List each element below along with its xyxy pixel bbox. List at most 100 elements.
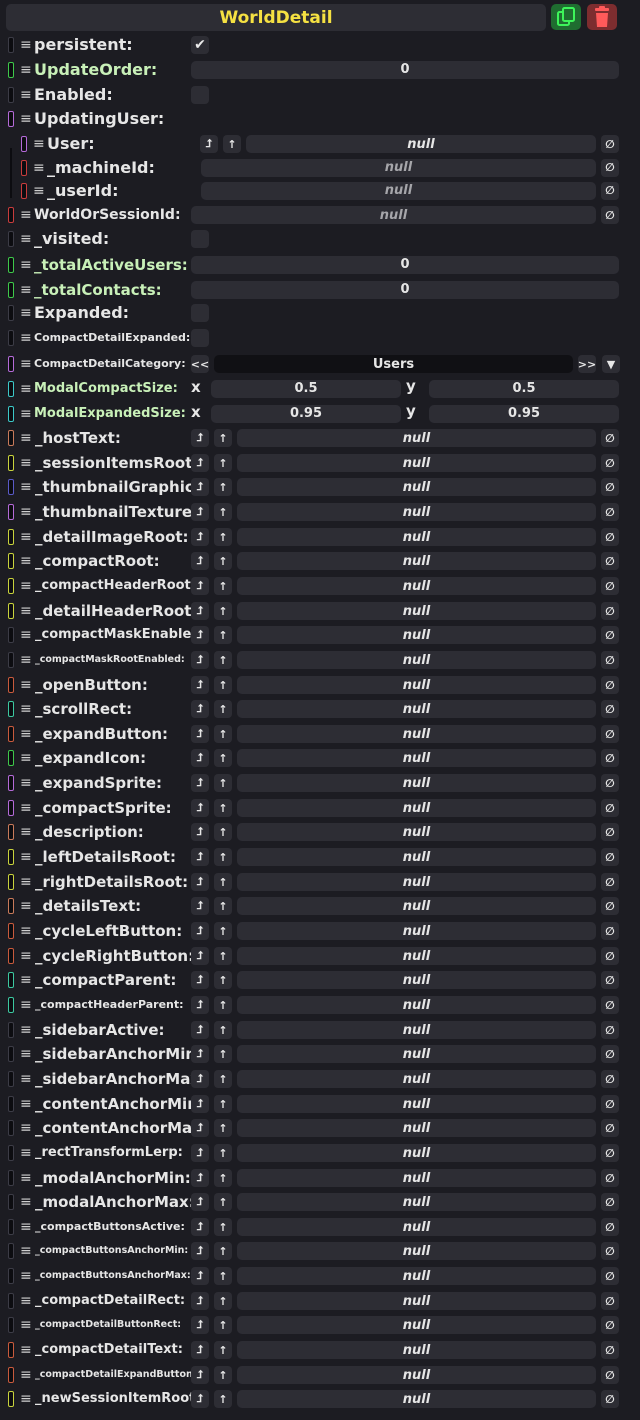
duplicate-component-button[interactable]: [551, 4, 581, 30]
drag-handle-icon[interactable]: ≡: [20, 579, 32, 593]
visited-checkbox[interactable]: [191, 230, 209, 248]
drag-handle-icon[interactable]: ≡: [20, 801, 32, 815]
open-reference-button[interactable]: ↑: [214, 774, 232, 792]
reference-field[interactable]: null: [237, 528, 596, 546]
drag-handle-icon[interactable]: ≡: [20, 407, 32, 421]
drag-handle-icon[interactable]: ≡: [20, 604, 32, 618]
open-reference-button[interactable]: ↑: [214, 749, 232, 767]
drag-handle-icon[interactable]: ≡: [20, 38, 32, 52]
reference-field[interactable]: null: [237, 897, 596, 915]
reference-field[interactable]: null: [237, 1218, 596, 1236]
drag-handle-icon[interactable]: ≡: [20, 208, 32, 222]
compact-detail-expanded-checkbox[interactable]: [191, 329, 209, 347]
drag-handle-icon[interactable]: ≡: [20, 554, 32, 568]
clear-reference-button[interactable]: ∅: [601, 552, 619, 570]
reference-field[interactable]: null: [237, 1045, 596, 1063]
open-reference-button[interactable]: ↑: [214, 996, 232, 1014]
reference-field[interactable]: null: [237, 429, 596, 447]
jump-to-reference-button[interactable]: ⮥: [191, 1267, 209, 1285]
open-reference-button[interactable]: ↑: [214, 971, 232, 989]
open-reference-button[interactable]: ↑: [214, 429, 232, 447]
drag-handle-icon[interactable]: ≡: [20, 1047, 32, 1061]
clear-reference-button[interactable]: ∅: [601, 848, 619, 866]
drag-handle-icon[interactable]: ≡: [20, 751, 32, 765]
drag-handle-icon[interactable]: ≡: [20, 924, 32, 938]
category-value[interactable]: Users: [214, 355, 573, 373]
jump-to-reference-button[interactable]: ⮥: [191, 1218, 209, 1236]
reference-field[interactable]: null: [237, 947, 596, 965]
jump-to-reference-button[interactable]: ⮥: [191, 1169, 209, 1187]
open-reference-button[interactable]: ↑: [214, 528, 232, 546]
clear-reference-button[interactable]: ∅: [601, 774, 619, 792]
reference-field[interactable]: null: [237, 577, 596, 595]
total-active-users-field[interactable]: 0: [191, 255, 619, 274]
open-reference-button[interactable]: ↑: [214, 700, 232, 718]
open-reference-button[interactable]: ↑: [214, 1095, 232, 1113]
drag-handle-icon[interactable]: ≡: [33, 161, 45, 175]
reference-field[interactable]: null: [237, 626, 596, 644]
user-id-field[interactable]: null: [201, 181, 596, 200]
drag-handle-icon[interactable]: ≡: [20, 1368, 32, 1382]
drag-handle-icon[interactable]: ≡: [20, 258, 32, 272]
jump-to-reference-button[interactable]: ⮥: [191, 1193, 209, 1211]
jump-to-reference-button[interactable]: ⮥: [191, 774, 209, 792]
modal-compact-size-x-field[interactable]: 0.5: [211, 379, 401, 398]
clear-reference-button[interactable]: ∅: [601, 1242, 619, 1260]
open-reference-button[interactable]: ↑: [214, 1218, 232, 1236]
reference-field[interactable]: null: [237, 454, 596, 472]
open-reference-button[interactable]: ↑: [223, 135, 241, 153]
reference-field[interactable]: null: [237, 1390, 596, 1408]
reference-field[interactable]: null: [237, 478, 596, 496]
drag-handle-icon[interactable]: ≡: [20, 331, 32, 345]
drag-handle-icon[interactable]: ≡: [20, 776, 32, 790]
drag-handle-icon[interactable]: ≡: [20, 998, 32, 1012]
jump-to-reference-button[interactable]: ⮥: [191, 799, 209, 817]
jump-to-reference-button[interactable]: ⮥: [191, 552, 209, 570]
reference-field[interactable]: null: [237, 725, 596, 743]
jump-to-reference-button[interactable]: ⮥: [191, 676, 209, 694]
drag-handle-icon[interactable]: ≡: [20, 232, 32, 246]
drag-handle-icon[interactable]: ≡: [20, 702, 32, 716]
open-reference-button[interactable]: ↑: [214, 1045, 232, 1063]
reference-field[interactable]: null: [237, 1242, 596, 1260]
drag-handle-icon[interactable]: ≡: [20, 949, 32, 963]
drag-handle-icon[interactable]: ≡: [20, 1023, 32, 1037]
clear-reference-button[interactable]: ∅: [601, 971, 619, 989]
open-reference-button[interactable]: ↑: [214, 1119, 232, 1137]
reference-field[interactable]: null: [237, 1169, 596, 1187]
jump-to-reference-button[interactable]: ⮥: [191, 1341, 209, 1359]
clear-reference-button[interactable]: ∅: [601, 1366, 619, 1384]
jump-to-reference-button[interactable]: ⮥: [191, 1021, 209, 1039]
open-reference-button[interactable]: ↑: [214, 1193, 232, 1211]
jump-to-reference-button[interactable]: ⮥: [191, 700, 209, 718]
drag-handle-icon[interactable]: ≡: [20, 505, 32, 519]
drag-handle-icon[interactable]: ≡: [20, 1269, 32, 1283]
clear-reference-button[interactable]: ∅: [601, 1169, 619, 1187]
open-reference-button[interactable]: ↑: [214, 503, 232, 521]
jump-to-reference-button[interactable]: ⮥: [191, 1070, 209, 1088]
open-reference-button[interactable]: ↑: [214, 922, 232, 940]
drag-handle-icon[interactable]: ≡: [33, 184, 45, 198]
clear-reference-button[interactable]: ∅: [601, 158, 619, 177]
jump-to-reference-button[interactable]: ⮥: [191, 1144, 209, 1162]
clear-reference-button[interactable]: ∅: [601, 454, 619, 472]
reference-field[interactable]: null: [237, 996, 596, 1014]
clear-reference-button[interactable]: ∅: [601, 206, 619, 224]
jump-to-reference-button[interactable]: ⮥: [191, 1045, 209, 1063]
clear-reference-button[interactable]: ∅: [601, 1021, 619, 1039]
reference-field[interactable]: null: [237, 1193, 596, 1211]
drag-handle-icon[interactable]: ≡: [20, 63, 32, 77]
clear-reference-button[interactable]: ∅: [601, 700, 619, 718]
drag-handle-icon[interactable]: ≡: [20, 1146, 32, 1160]
open-reference-button[interactable]: ↑: [214, 626, 232, 644]
jump-to-reference-button[interactable]: ⮥: [191, 1316, 209, 1334]
reference-field[interactable]: null: [237, 1316, 596, 1334]
drag-handle-icon[interactable]: ≡: [20, 1097, 32, 1111]
drag-handle-icon[interactable]: ≡: [20, 1294, 32, 1308]
open-reference-button[interactable]: ↑: [214, 577, 232, 595]
drag-handle-icon[interactable]: ≡: [20, 456, 32, 470]
reference-field[interactable]: null: [237, 503, 596, 521]
reference-field[interactable]: null: [237, 552, 596, 570]
clear-reference-button[interactable]: ∅: [601, 996, 619, 1014]
total-contacts-field[interactable]: 0: [191, 280, 619, 299]
